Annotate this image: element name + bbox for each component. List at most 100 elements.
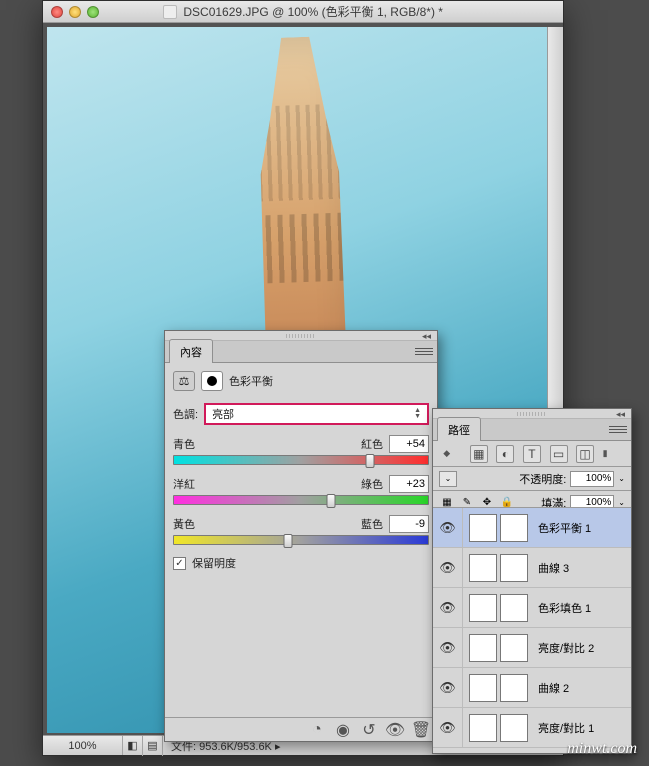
- traffic-lights: [43, 6, 99, 18]
- properties-body: 色彩平衡 色調: 亮部 ▲▼ 青色紅色洋紅綠色黃色藍色 ✓ 保留明度: [165, 363, 437, 579]
- layer-thumbs: [463, 714, 534, 742]
- status-icon-1[interactable]: ◧: [123, 736, 143, 756]
- mask-thumb[interactable]: [500, 554, 528, 582]
- layer-thumbs: [463, 634, 534, 662]
- layers-panel: ◂◂ 路徑 ◆ ▦ ◐ T ▭ ◫ ▮ ⌄ 不透明度: 100% ⌄ ▦ ✎ ✥…: [432, 408, 632, 754]
- layer-name[interactable]: 曲線 2: [534, 680, 569, 696]
- blend-mode-select[interactable]: ⌄: [439, 471, 457, 487]
- panel-tabs: 路徑: [433, 419, 631, 441]
- tone-row: 色調: 亮部 ▲▼: [173, 403, 429, 425]
- layer-row[interactable]: 👁 亮度/對比 2: [433, 628, 631, 668]
- filter-pixel-icon[interactable]: ▦: [470, 445, 488, 463]
- color-balance-icon[interactable]: [173, 371, 195, 391]
- filter-smart-icon[interactable]: ◫: [576, 445, 594, 463]
- slider-value-input[interactable]: [389, 435, 429, 453]
- mask-thumb[interactable]: [500, 714, 528, 742]
- slider-track[interactable]: [173, 455, 429, 465]
- slider-right-label: 藍色: [361, 516, 383, 532]
- properties-panel: ◂◂ 內容 色彩平衡 色調: 亮部 ▲▼ 青色紅色洋紅綠色黃色藍色 ✓ 保留明度…: [164, 330, 438, 742]
- tone-label: 色調:: [173, 406, 198, 422]
- adjustment-thumb[interactable]: [469, 594, 497, 622]
- panel-menu-icon[interactable]: [415, 344, 433, 358]
- visibility-eye-icon[interactable]: 👁: [433, 708, 463, 747]
- slider-value-input[interactable]: [389, 475, 429, 493]
- layer-row[interactable]: 👁 曲線 3: [433, 548, 631, 588]
- slider-track[interactable]: [173, 535, 429, 545]
- preserve-luminosity-label: 保留明度: [192, 555, 236, 571]
- layer-name[interactable]: 曲線 3: [534, 560, 569, 576]
- visibility-icon[interactable]: 👁: [383, 720, 407, 740]
- trash-icon[interactable]: 🗑: [409, 720, 433, 740]
- visibility-eye-icon[interactable]: 👁: [433, 508, 463, 547]
- layer-thumbs: [463, 554, 534, 582]
- visibility-eye-icon[interactable]: 👁: [433, 548, 463, 587]
- filter-shape-icon[interactable]: ▭: [550, 445, 568, 463]
- mask-thumb[interactable]: [500, 674, 528, 702]
- close-icon[interactable]: [51, 6, 63, 18]
- opacity-slider-icon[interactable]: ⌄: [618, 474, 625, 483]
- adjustment-thumb[interactable]: [469, 674, 497, 702]
- layer-name[interactable]: 亮度/對比 1: [534, 720, 594, 736]
- minimize-icon[interactable]: [69, 6, 81, 18]
- fill-slider-icon[interactable]: ⌄: [618, 498, 625, 507]
- document-title: DSC01629.JPG @ 100% (色彩平衡 1, RGB/8*) *: [43, 3, 563, 20]
- slider-handle[interactable]: [365, 454, 374, 468]
- status-mini-icons: ◧ ▤: [123, 736, 163, 756]
- adjustment-name: 色彩平衡: [229, 373, 273, 389]
- slider-left-label: 黃色: [173, 516, 195, 532]
- adjustment-thumb[interactable]: [469, 554, 497, 582]
- layer-name[interactable]: 色彩平衡 1: [534, 520, 591, 536]
- tone-value: 亮部: [212, 406, 234, 422]
- layers-list: 👁 色彩平衡 1 👁 曲線 3 👁 色彩填色 1 👁 亮度/對比 2 👁 曲線 2 👁 亮度/對比 1: [433, 507, 631, 753]
- preserve-luminosity-checkbox[interactable]: ✓: [173, 557, 186, 570]
- panel-tabs: 內容: [165, 341, 437, 363]
- view-previous-icon[interactable]: ◉: [331, 720, 355, 740]
- mask-thumb[interactable]: [500, 594, 528, 622]
- layer-thumbs: [463, 674, 534, 702]
- kind-select-icon[interactable]: ◆: [443, 448, 461, 459]
- layer-name[interactable]: 亮度/對比 2: [534, 640, 594, 656]
- slider-right-label: 紅色: [361, 436, 383, 452]
- slider-handle[interactable]: [327, 494, 336, 508]
- opacity-row: ⌄ 不透明度: 100% ⌄: [433, 467, 631, 491]
- preserve-luminosity-row: ✓ 保留明度: [173, 555, 429, 571]
- panel-menu-icon[interactable]: [609, 422, 627, 436]
- adjustment-thumb[interactable]: [469, 714, 497, 742]
- titlebar[interactable]: DSC01629.JPG @ 100% (色彩平衡 1, RGB/8*) *: [43, 1, 563, 23]
- mask-thumb[interactable]: [500, 514, 528, 542]
- slider-handle[interactable]: [284, 534, 293, 548]
- properties-footer: ◔ ◉ ↺ 👁 🗑: [165, 717, 437, 741]
- filter-toggle-icon[interactable]: ▮: [603, 448, 621, 459]
- select-arrows-icon: ▲▼: [414, 408, 421, 420]
- opacity-value[interactable]: 100%: [570, 471, 614, 487]
- opacity-label: 不透明度:: [519, 471, 566, 487]
- tab-properties[interactable]: 內容: [169, 339, 213, 363]
- layer-row[interactable]: 👁 色彩平衡 1: [433, 508, 631, 548]
- layer-row[interactable]: 👁 曲線 2: [433, 668, 631, 708]
- mask-thumb[interactable]: [500, 634, 528, 662]
- layer-name[interactable]: 色彩填色 1: [534, 600, 591, 616]
- filter-type-icon[interactable]: T: [523, 445, 541, 463]
- tone-select[interactable]: 亮部 ▲▼: [204, 403, 429, 425]
- layer-thumbs: [463, 594, 534, 622]
- status-icon-2[interactable]: ▤: [143, 736, 163, 756]
- slider-value-input[interactable]: [389, 515, 429, 533]
- slider-track[interactable]: [173, 495, 429, 505]
- adjustment-thumb[interactable]: [469, 514, 497, 542]
- slider-1: 洋紅綠色: [173, 475, 429, 505]
- slider-left-label: 洋紅: [173, 476, 195, 492]
- tab-paths[interactable]: 路徑: [437, 417, 481, 441]
- visibility-eye-icon[interactable]: 👁: [433, 668, 463, 707]
- clip-to-layer-icon[interactable]: ◔: [305, 720, 329, 740]
- adjustment-header: 色彩平衡: [173, 371, 429, 391]
- layer-row[interactable]: 👁 色彩填色 1: [433, 588, 631, 628]
- visibility-eye-icon[interactable]: 👁: [433, 628, 463, 667]
- adjustment-thumb[interactable]: [469, 634, 497, 662]
- mask-icon[interactable]: [201, 371, 223, 391]
- filter-type-row: ◆ ▦ ◐ T ▭ ◫ ▮: [433, 441, 631, 467]
- zoom-icon[interactable]: [87, 6, 99, 18]
- filter-adjust-icon[interactable]: ◐: [496, 445, 514, 463]
- reset-icon[interactable]: ↺: [357, 720, 381, 740]
- visibility-eye-icon[interactable]: 👁: [433, 588, 463, 627]
- zoom-field[interactable]: 100%: [43, 736, 123, 755]
